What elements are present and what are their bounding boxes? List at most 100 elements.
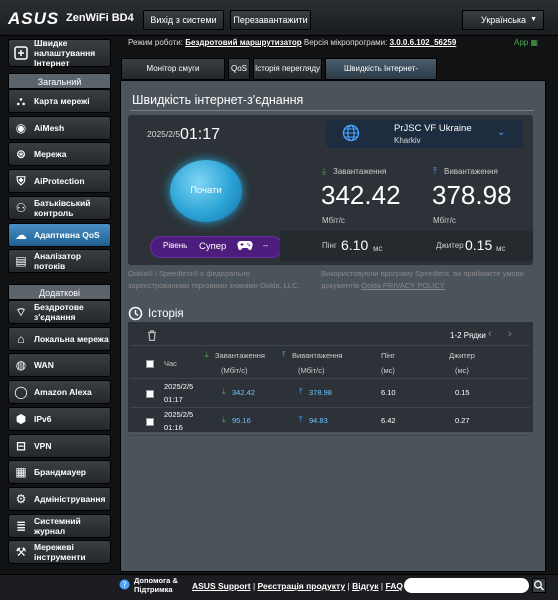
reboot-button[interactable]: Перезавантажити: [230, 10, 311, 30]
wireless-icon: ⌔: [15, 304, 27, 319]
start-test-button[interactable]: Почати: [170, 160, 242, 222]
tab-bandwidth-monitor[interactable]: Монітор смуги пропускання: [121, 58, 225, 93]
col-upload-unit: (Мбіт/с): [298, 366, 325, 375]
firmware-label: Версія мікропрограми:: [303, 38, 388, 47]
row-upload: 94.83: [309, 416, 328, 425]
logout-button[interactable]: Вихід з системи: [143, 10, 224, 30]
col-upload: Вивантаження: [292, 351, 343, 360]
sidebar-item[interactable]: ⛨ AiProtection: [8, 169, 111, 194]
test-time: 01:17: [180, 126, 221, 143]
upload-arrow-icon: ⤒: [433, 166, 437, 176]
row-jitter: 0.15: [455, 388, 470, 397]
row-download: 342.42: [232, 388, 255, 397]
sidebar-item-label: Бездротове з'єднання: [34, 302, 84, 322]
language-value: Українська: [481, 15, 527, 25]
test-date: 2025/2/5: [147, 129, 181, 139]
sidebar-item[interactable]: ⊟ VPN: [8, 433, 111, 458]
general-section-header: Загальний: [8, 73, 111, 89]
sidebar-item[interactable]: ◯ Amazon Alexa: [8, 380, 111, 405]
row-time: 01:17: [164, 395, 183, 404]
sidebar-item[interactable]: ⌂ Локальна мережа: [8, 326, 111, 351]
prev-page-icon[interactable]: ‹: [488, 328, 492, 340]
terms-text: Використовуючи програму Speedtest, ви пр…: [321, 269, 524, 278]
language-select[interactable]: Українська ▼: [462, 10, 544, 30]
tab-internet-speed[interactable]: Швидкість Інтернет-з'єднання: [325, 58, 437, 93]
globe-icon: [342, 124, 360, 144]
sidebar-item-label: Локальна мережа: [34, 333, 109, 344]
mode-value-link[interactable]: Бездротовий маршрутизатор: [185, 38, 301, 47]
parental-control-icon: ⚇: [15, 200, 27, 215]
row-ping: 6.10: [381, 388, 396, 397]
sidebar-item-label: Мережеві інструменти: [34, 542, 86, 563]
sidebar-item[interactable]: ⚙ Адміністрування: [8, 486, 111, 511]
next-page-icon[interactable]: ›: [508, 328, 512, 340]
tab-qos[interactable]: QoS: [228, 58, 250, 80]
caret-down-icon: ▼: [530, 16, 537, 23]
sidebar-item[interactable]: ⬢ IPv6: [8, 406, 111, 431]
asus-logo[interactable]: ASUS: [8, 9, 59, 29]
sidebar-item[interactable]: ◉ AiMesh: [8, 115, 111, 140]
tab-web-history[interactable]: Історія перегляду: [253, 58, 322, 80]
header-divider: [130, 345, 530, 346]
row-divider: [130, 378, 530, 379]
sidebar-item-label: WAN: [34, 360, 54, 371]
ping-label: Пінг: [322, 241, 337, 250]
sidebar-item[interactable]: ⚒ Мережеві інструменти: [8, 540, 111, 565]
level-value: Супер: [199, 241, 227, 252]
quick-setup-button[interactable]: Швидке налаштування Інтернет: [8, 38, 111, 68]
download-label: Завантаження: [333, 167, 387, 176]
alexa-icon: ◯: [14, 385, 28, 400]
status-line: Режим роботи: Бездротовий маршрутизатор …: [128, 38, 456, 47]
search-button[interactable]: [532, 578, 546, 593]
ping-unit: мс: [373, 244, 383, 253]
upload-value: 378.98: [432, 180, 512, 210]
select-all-checkbox[interactable]: [146, 360, 154, 368]
search-input[interactable]: [404, 578, 529, 593]
row-checkbox[interactable]: [146, 418, 154, 426]
col-ping: Пінг: [381, 351, 395, 360]
row-date: 2025/2/5: [164, 410, 194, 419]
upload-arrow-icon: ⤒: [299, 387, 303, 396]
sidebar-item-label: Адаптивна QoS: [34, 229, 100, 240]
sidebar-item[interactable]: ▤ Аналізатор потоків: [8, 249, 111, 274]
sidebar-item[interactable]: ≣ Системний журнал: [8, 513, 111, 538]
ookla-trademark-note: Ookla® і Speedtest® є федерально зареєст…: [128, 269, 300, 290]
jitter-value: 0.15: [465, 237, 493, 253]
sidebar-item[interactable]: ▦ Брандмауер: [8, 460, 111, 485]
trash-icon[interactable]: [147, 330, 157, 343]
footer-sep: |: [380, 581, 384, 591]
sidebar-item[interactable]: ⌔ Бездротове з'єднання: [8, 300, 111, 324]
network-icon: ⊛: [15, 147, 27, 162]
sidebar-item[interactable]: ⚇ Батьківський контроль: [8, 195, 111, 220]
col-jitter-unit: (мс): [455, 366, 469, 375]
system-log-icon: ≣: [15, 518, 27, 533]
advanced-section-header: Додаткові налаштування: [8, 284, 111, 314]
game-value: --: [263, 241, 269, 250]
faq-link[interactable]: FAQ: [385, 581, 402, 591]
quick-setup-icon: [13, 45, 29, 61]
sidebar-item[interactable]: ☁ Адаптивна QoS: [8, 222, 111, 247]
download-arrow-icon: ⤓: [222, 387, 226, 396]
upload-arrow-icon: ⤒: [299, 415, 303, 424]
row-time: 01:16: [164, 423, 183, 432]
feedback-link[interactable]: Відгук: [352, 581, 378, 591]
sidebar-item[interactable]: ⊛ Мережа: [8, 142, 111, 167]
asus-support-link[interactable]: ASUS Support: [192, 581, 251, 591]
upload-unit: Мбіт/с: [433, 216, 456, 225]
help-support-link[interactable]: Допомога & Підтримка: [134, 576, 178, 594]
sidebar-item-label: Аналізатор потоків: [34, 251, 82, 272]
row-checkbox[interactable]: [146, 390, 154, 398]
sidebar-item-label: Системний журнал: [34, 515, 81, 536]
wan-icon: ◍: [15, 358, 27, 373]
sidebar-item[interactable]: ⛬ Карта мережі: [8, 89, 111, 113]
privacy-policy-link[interactable]: Ookla PRIVACY POLICY: [361, 281, 445, 290]
col-upload-icon: ⤒: [282, 350, 286, 359]
sidebar-item[interactable]: ◍ WAN: [8, 353, 111, 378]
app-link[interactable]: App ▦: [514, 38, 538, 47]
lan-icon: ⌂: [17, 331, 25, 346]
col-download: Завантаження: [215, 351, 265, 360]
firmware-value-link[interactable]: 3.0.0.6.102_56259: [390, 38, 457, 47]
product-registration-link[interactable]: Реєстрація продукту: [258, 581, 346, 591]
sidebar-item-label: IPv6: [34, 413, 52, 424]
app-label: App: [514, 38, 529, 47]
